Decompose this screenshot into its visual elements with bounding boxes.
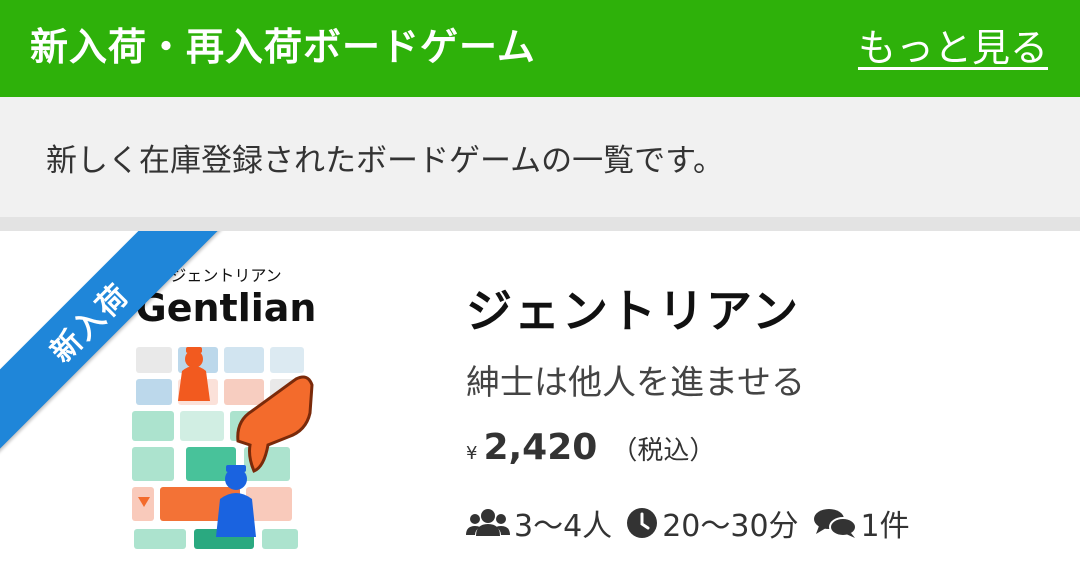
currency-symbol: ¥ [466,443,478,464]
game-title[interactable]: ジェントリアン [466,275,800,341]
comments-icon [813,507,857,539]
players-info: 3〜4人 [466,501,612,545]
thumbnail-logo: Gentlian [136,286,317,330]
thumbnail-kana: ジェントリアン [170,266,281,285]
section-title: 新入荷・再入荷ボードゲーム [30,25,536,69]
section-header: 新入荷・再入荷ボードゲーム もっと見る [0,0,1080,97]
playtime-info: 20〜30分 [626,501,799,545]
divider [0,217,1080,231]
section-description: 新しく在庫登録されたボードゲームの一覧です。 [0,97,1080,217]
game-thumbnail[interactable]: ジェントリアン Gentlian [128,261,324,551]
players-text: 3〜4人 [514,509,613,544]
game-card[interactable]: 新入荷 ジェントリアン Gentlian ジェントリアン 紳士は他人を進ませる … [0,231,1080,573]
reviews-info[interactable]: 1件 [813,501,910,545]
reviews-text: 1件 [860,509,910,544]
see-more-link[interactable]: もっと見る [858,17,1048,72]
clock-icon [626,507,658,539]
playtime-text: 20〜30分 [662,509,799,544]
users-icon [466,508,510,538]
price-value: 2,420 [483,427,598,468]
description-text: 新しく在庫登録されたボードゲームの一覧です。 [46,143,724,179]
game-meta: 3〜4人 20〜30分 1件 [466,501,924,545]
tax-note: （税込） [611,436,716,466]
price-row: ¥ 2,420 （税込） [466,427,715,473]
game-subtitle: 紳士は他人を進ませる [466,363,805,403]
ribbon-label: 新入荷 [44,277,137,370]
